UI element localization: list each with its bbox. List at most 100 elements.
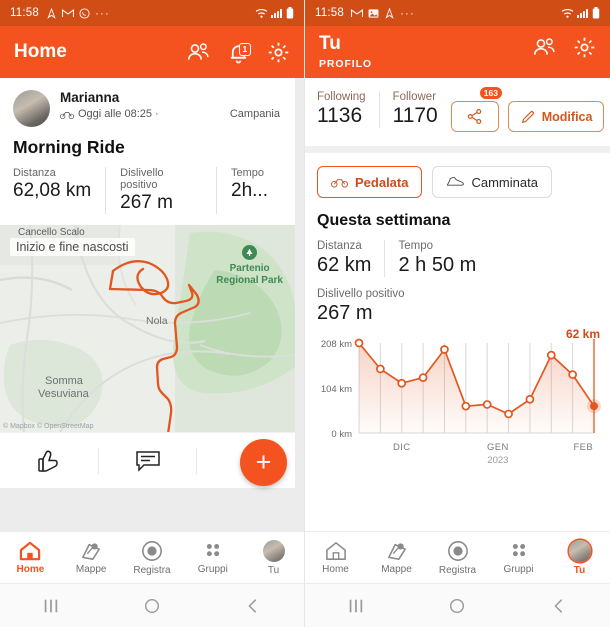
home-icon[interactable] <box>448 597 466 615</box>
wifi-icon <box>561 8 574 18</box>
bike-icon <box>331 179 348 188</box>
photos-icon <box>368 8 379 18</box>
nav-home[interactable]: Home <box>305 541 366 575</box>
activity-header: Marianna Oggi alle 08:25 · Campania <box>0 78 295 127</box>
map-icon <box>387 542 406 560</box>
activity-feed[interactable]: Marianna Oggi alle 08:25 · Campania Morn… <box>0 78 304 531</box>
location-icon <box>385 7 394 19</box>
stat-distance: Distanza 62,08 km <box>13 167 92 201</box>
share-button[interactable] <box>450 101 499 132</box>
friends-icon[interactable] <box>533 36 556 59</box>
left-phone-screen: 11:58 ··· Home 1 Marianna Oggi alle 08:2… <box>0 0 305 583</box>
svg-text:104 km: 104 km <box>321 384 352 395</box>
add-activity-fab[interactable]: + <box>240 439 287 486</box>
home-icon[interactable] <box>143 597 161 615</box>
signal-icon <box>577 8 588 18</box>
week-distance: Distanza 62 km <box>317 240 372 276</box>
like-button[interactable] <box>0 448 98 474</box>
activity-user-name[interactable]: Marianna <box>60 90 282 105</box>
left-bottom-nav: Home Mappe Registra Gruppi Tu <box>0 531 304 583</box>
activity-region: Campania <box>229 108 280 120</box>
gear-icon[interactable] <box>573 36 596 59</box>
more-dots-icon: ··· <box>94 6 110 20</box>
page-title: Tu <box>319 33 341 54</box>
avatar-icon <box>262 539 285 562</box>
social-stats-row: Following 1136 Follower 1170 163 Modific… <box>305 78 610 132</box>
toggle-pedalata[interactable]: Pedalata <box>317 166 423 198</box>
map-label-somma: Somma <box>45 375 83 387</box>
follower-stat[interactable]: Follower 1170 <box>378 91 451 128</box>
groups-icon <box>206 543 219 556</box>
recents-icon[interactable] <box>42 597 60 615</box>
map-label-nola: Nola <box>146 315 168 327</box>
chart-callout: 62 km <box>565 327 600 341</box>
stat-time: Tempo 2h... <box>216 167 282 214</box>
nav-home[interactable]: Home <box>0 541 61 575</box>
gear-icon[interactable] <box>267 41 290 64</box>
avatar-icon <box>568 539 591 562</box>
chart-canvas: 0 km 104 km 208 km DIC GEN FEB 2023 <box>321 338 601 466</box>
notifications-button[interactable]: 1 <box>227 41 251 64</box>
activity-timestamp: Oggi alle 08:25 · <box>78 108 159 120</box>
map-park-label: Partenio Regional Park <box>216 245 283 287</box>
record-icon <box>142 540 162 561</box>
back-icon[interactable] <box>244 597 262 615</box>
sport-toggle-group: Pedalata Camminata <box>305 153 610 198</box>
edit-profile-button[interactable]: Modifica <box>507 101 605 132</box>
notification-count: 1 <box>239 42 251 56</box>
back-icon[interactable] <box>550 597 568 615</box>
weekly-distance-chart[interactable]: 62 km 0 km 104 km 208 km DIC GEN FEB 2023 <box>305 325 610 475</box>
svg-text:FEB: FEB <box>573 442 593 453</box>
battery-icon <box>592 7 600 19</box>
svg-text:2023: 2023 <box>487 455 508 466</box>
battery-icon <box>286 7 294 19</box>
friends-icon[interactable] <box>187 41 210 64</box>
bike-icon <box>60 111 74 119</box>
profile-content: Following 1136 Follower 1170 163 Modific… <box>305 78 610 531</box>
pencil-icon <box>521 110 534 123</box>
activity-title[interactable]: Morning Ride <box>0 127 295 158</box>
svg-text:DIC: DIC <box>393 442 411 453</box>
week-stats: Distanza 62 km Tempo 2 h 50 m <box>305 230 610 277</box>
route-map[interactable]: Inizio e fine nascosti Cancello Scalo No… <box>0 225 295 432</box>
home-icon <box>325 541 346 560</box>
nav-registra[interactable]: Registra <box>427 540 488 576</box>
right-phone-screen: 11:58 ··· Tu PROFILO Following 1136 Foll… <box>305 0 610 583</box>
page-subtitle: PROFILO <box>319 58 372 70</box>
thumbs-up-icon <box>38 450 58 472</box>
groups-icon <box>512 543 525 556</box>
system-nav-right <box>305 583 610 627</box>
right-status-bar: 11:58 ··· <box>305 0 610 26</box>
gmail-icon <box>350 8 363 17</box>
nav-mappe[interactable]: Mappe <box>61 541 122 575</box>
park-marker-icon <box>242 245 258 260</box>
following-stat[interactable]: Following 1136 <box>317 91 379 128</box>
nav-tu[interactable]: Tu <box>549 539 610 576</box>
week-time: Tempo 2 h 50 m <box>384 240 489 277</box>
home-icon <box>20 541 41 560</box>
activity-actions: + <box>0 432 295 488</box>
activity-stats: Distanza 62,08 km Dislivello positivo 26… <box>0 158 295 225</box>
android-system-bars <box>0 583 610 627</box>
nav-registra[interactable]: Registra <box>122 540 183 576</box>
nav-mappe[interactable]: Mappe <box>366 541 427 575</box>
week-elevation: Dislivello positivo 267 m <box>317 288 405 324</box>
toggle-camminata[interactable]: Camminata <box>432 166 552 198</box>
svg-text:208 km: 208 km <box>321 339 352 350</box>
status-time: 11:58 <box>315 7 344 19</box>
recents-icon[interactable] <box>347 597 365 615</box>
avatar[interactable] <box>13 90 50 127</box>
left-app-header: Home 1 <box>0 26 304 78</box>
share-icon <box>467 109 482 124</box>
right-app-header: Tu PROFILO <box>305 26 610 78</box>
map-label-vesuviana: Vesuviana <box>38 388 89 400</box>
right-bottom-nav: Home Mappe Registra Gruppi Tu <box>305 531 610 583</box>
gmail-icon <box>61 8 74 17</box>
stat-elevation: Dislivello positivo 267 m <box>105 167 216 214</box>
nav-gruppi[interactable]: Gruppi <box>182 541 243 575</box>
comment-button[interactable] <box>97 447 197 474</box>
nav-gruppi[interactable]: Gruppi <box>488 541 549 575</box>
location-icon <box>47 7 56 19</box>
nav-tu[interactable]: Tu <box>243 539 304 576</box>
activity-card[interactable]: Marianna Oggi alle 08:25 · Campania Morn… <box>0 78 295 488</box>
